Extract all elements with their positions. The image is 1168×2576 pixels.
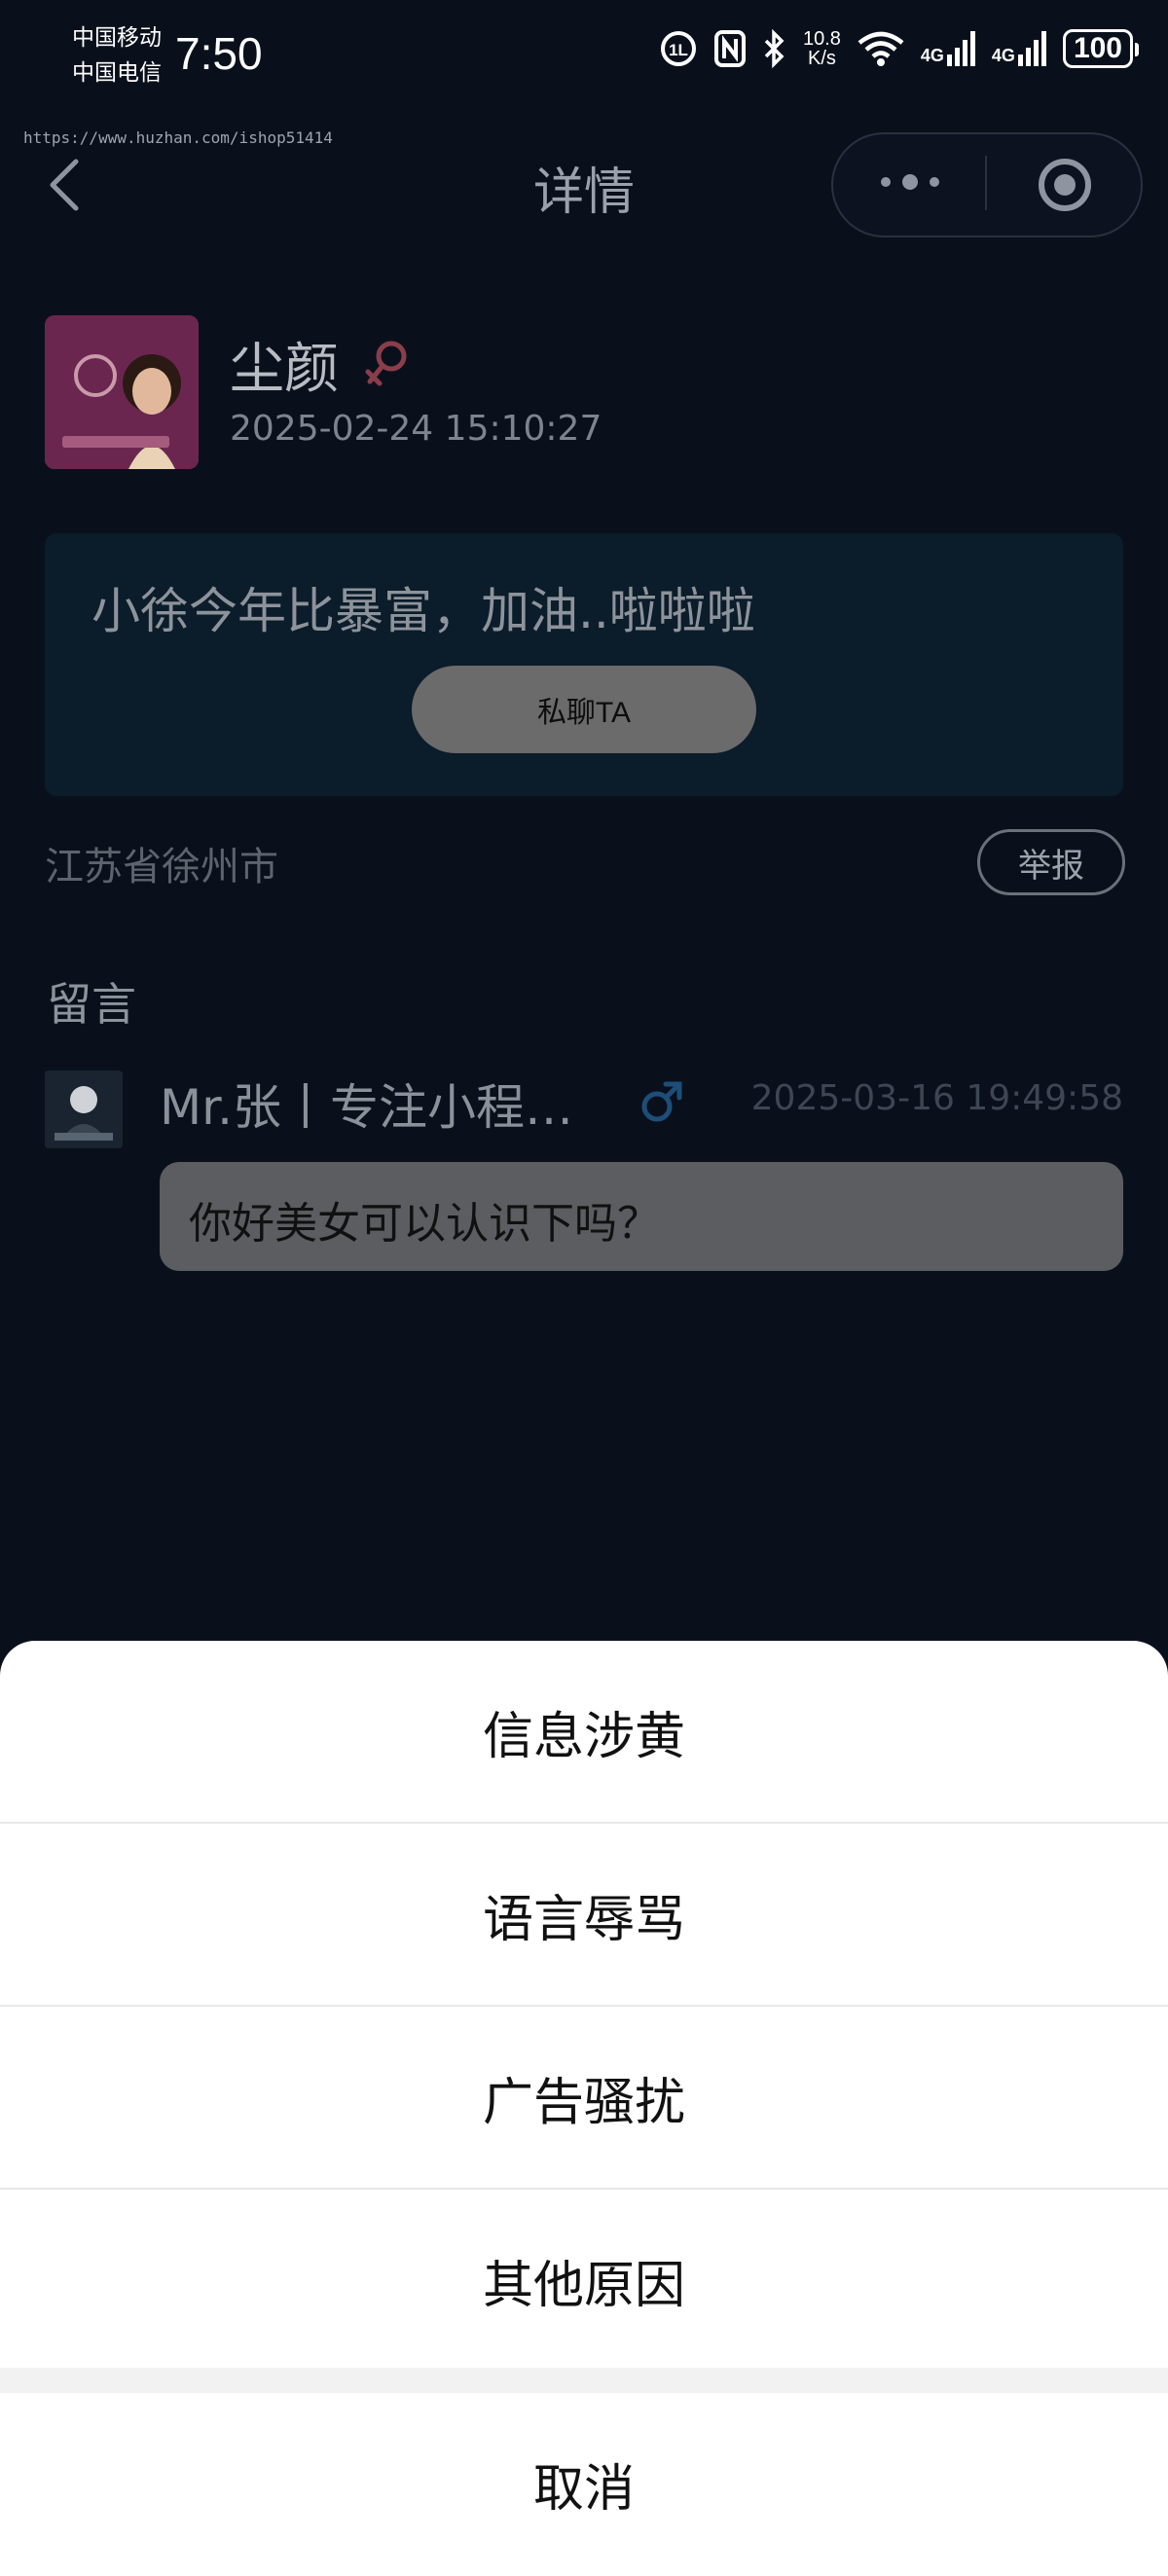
speed-value: 10.8 bbox=[802, 28, 841, 50]
comment-author: Mr.张丨专注小程… bbox=[160, 1079, 573, 1136]
more-icon[interactable] bbox=[876, 167, 944, 197]
status-icons: 1L 10.8 K/s 4G 4G 100 bbox=[659, 29, 1140, 68]
carrier-1: 中国移动 bbox=[72, 25, 162, 51]
network-type-1: 4G bbox=[920, 46, 944, 65]
cancel-button[interactable]: 取消 bbox=[0, 2393, 1168, 2574]
hd-call-icon: 1L bbox=[660, 31, 696, 66]
option-other[interactable]: 其他原因 bbox=[0, 2190, 1168, 2371]
comment-text: 你好美女可以认识下吗？ bbox=[189, 1199, 660, 1249]
signal-1: 4G bbox=[921, 31, 976, 66]
post-location: 江苏省徐州市 bbox=[45, 845, 278, 889]
comment-time: 2025-03-16 19:49:58 bbox=[750, 1078, 1123, 1118]
avatar-illustration bbox=[45, 315, 199, 469]
wifi-icon bbox=[858, 31, 904, 66]
battery-indicator: 100 bbox=[1062, 29, 1140, 68]
status-time: 7:50 bbox=[175, 28, 263, 79]
option-spam[interactable]: 广告骚扰 bbox=[0, 2007, 1168, 2188]
user-avatar[interactable] bbox=[45, 315, 199, 469]
bluetooth-icon bbox=[764, 29, 785, 68]
male-icon bbox=[641, 1081, 682, 1122]
report-button[interactable]: 举报 bbox=[977, 829, 1125, 895]
post-time: 2025-02-24 15:10:27 bbox=[230, 409, 602, 449]
sheet-gap bbox=[0, 2368, 1168, 2393]
report-action-sheet: 信息涉黄 语言辱骂 广告骚扰 其他原因 取消 bbox=[0, 1641, 1168, 2576]
svg-text:1L: 1L bbox=[669, 41, 688, 59]
nfc-icon bbox=[713, 30, 746, 67]
comment-avatar[interactable] bbox=[45, 1070, 123, 1148]
post-content: 小徐今年比暴富，加油..啦啦啦 bbox=[91, 583, 755, 639]
option-abuse[interactable]: 语言辱骂 bbox=[0, 1824, 1168, 2005]
signal-2: 4G bbox=[992, 31, 1047, 66]
user-name: 尘颜 bbox=[230, 338, 339, 401]
network-type-2: 4G bbox=[991, 46, 1015, 65]
carrier-2: 中国电信 bbox=[72, 60, 162, 86]
network-speed: 10.8 K/s bbox=[803, 29, 841, 68]
close-miniprogram-icon[interactable] bbox=[1036, 156, 1094, 214]
signal-bars-icon bbox=[1017, 31, 1046, 66]
signal-bars-icon bbox=[946, 31, 975, 66]
avatar-illustration bbox=[45, 1070, 123, 1148]
option-pornography[interactable]: 信息涉黄 bbox=[0, 1641, 1168, 1822]
watermark-url: https://www.huzhan.com/ishop51414 bbox=[23, 128, 333, 147]
speed-unit: K/s bbox=[807, 48, 836, 69]
private-chat-button[interactable]: 私聊TA bbox=[412, 666, 756, 753]
comments-title: 留言 bbox=[47, 978, 136, 1031]
capsule-divider bbox=[985, 156, 987, 210]
female-icon bbox=[365, 341, 407, 386]
